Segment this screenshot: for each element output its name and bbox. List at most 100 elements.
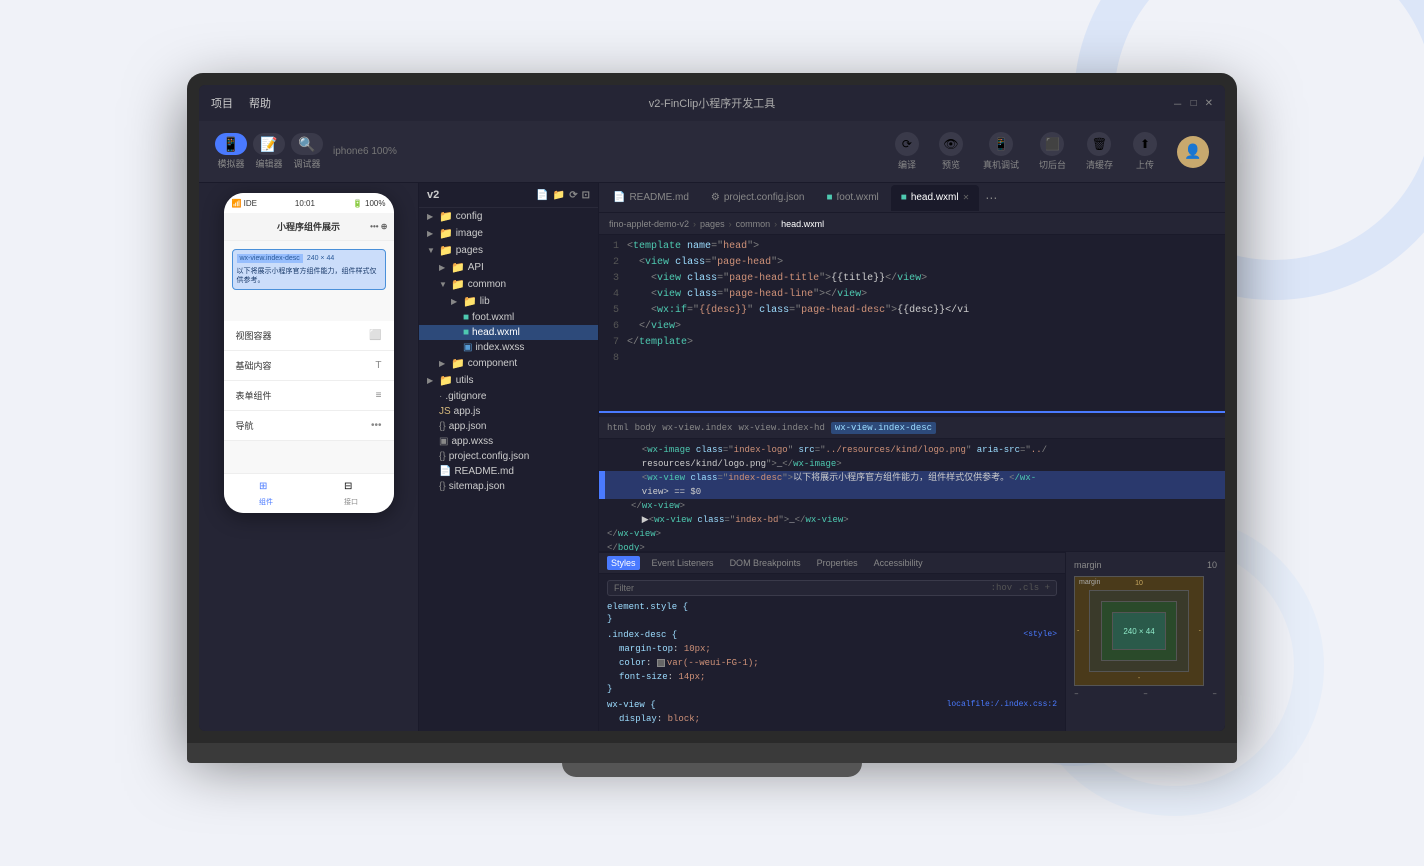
tab-project-config[interactable]: ⚙ project.config.json: [701, 185, 815, 211]
tree-appwxss[interactable]: ▶ ▣ app.wxss: [419, 434, 598, 449]
style-filter: :hov .cls +: [607, 580, 1057, 596]
index-desc-source: <style>: [1023, 630, 1057, 642]
html-tab-wxview-hd[interactable]: wx-view.index-hd: [738, 423, 824, 433]
btn-debugger[interactable]: 🔍 调试器: [291, 133, 323, 170]
code-line-4: 4 <view class="page-head-line"></view>: [599, 287, 1225, 303]
tab-readme-label: README.md: [629, 192, 688, 203]
box-dims-row: – – –: [1074, 690, 1217, 699]
action-background[interactable]: ⬛ 切后台: [1039, 132, 1066, 171]
tree-projectjson[interactable]: ▶ {} project.config.json: [419, 449, 598, 464]
tree-image[interactable]: ▶ 📁 image: [419, 225, 598, 242]
more-tabs-icon[interactable]: ⋯: [985, 191, 997, 205]
tree-config[interactable]: ▶ 📁 config: [419, 208, 598, 225]
phone-nav-dots[interactable]: ••• ⊕: [370, 222, 387, 231]
tree-api[interactable]: ▶ 📁 API: [419, 259, 598, 276]
user-avatar[interactable]: 👤: [1177, 136, 1209, 168]
tree-component[interactable]: ▶ 📁 component: [419, 355, 598, 372]
tab-foot-icon: ■: [826, 192, 832, 203]
btn-simulator[interactable]: 📱 模拟器: [215, 133, 247, 170]
tree-label-foot: foot.wxml: [472, 312, 514, 323]
tab-foot-wxml[interactable]: ■ foot.wxml: [816, 185, 888, 211]
properties-tab[interactable]: Properties: [813, 556, 862, 570]
breadcrumb-sep-1: ›: [693, 219, 696, 229]
tree-foot-wxml[interactable]: ▶ ■ foot.wxml: [419, 310, 598, 325]
html-line-5: </wx-view>: [599, 499, 1225, 513]
code-editor[interactable]: 1 <template name="head"> 2 <view class="…: [599, 235, 1225, 411]
html-tab-body[interactable]: body: [635, 423, 657, 433]
close-btn[interactable]: ✕: [1205, 98, 1213, 109]
tree-appjs[interactable]: ▶ JS app.js: [419, 404, 598, 419]
device-debug-label: 真机调试: [983, 158, 1019, 171]
window-controls: － □ ✕: [1173, 96, 1213, 111]
tree-lib[interactable]: ▶ 📁 lib: [419, 293, 598, 310]
menu-help[interactable]: 帮助: [249, 95, 271, 111]
tree-head-wxml[interactable]: ▶ ■ head.wxml: [419, 325, 598, 340]
dom-breakpoints-tab[interactable]: DOM Breakpoints: [726, 556, 805, 570]
tab-components-icon: ⊞: [259, 481, 273, 495]
action-compile[interactable]: ⟳ 编译: [895, 132, 919, 171]
menu-project[interactable]: 项目: [211, 95, 233, 111]
app-title: v2-FinClip小程序开发工具: [649, 95, 776, 111]
tree-readme[interactable]: ▶ 📄 README.md: [419, 464, 598, 479]
tab-close-icon[interactable]: ✕: [963, 193, 970, 202]
tab-head-icon: ■: [901, 192, 907, 203]
color-swatch: [657, 659, 665, 667]
tree-label-appjs: app.js: [454, 406, 481, 417]
action-device-debug[interactable]: 📱 真机调试: [983, 132, 1019, 171]
tree-label-wxss: index.wxss: [475, 342, 524, 353]
compile-icon: ⟳: [895, 132, 919, 156]
menu-item-basic[interactable]: 基础内容 T: [224, 351, 394, 381]
action-clear-cache[interactable]: 🗑 清缓存: [1086, 132, 1113, 171]
box-model-title: margin 10: [1074, 560, 1217, 570]
device-debug-icon: 📱: [989, 132, 1013, 156]
tree-arrow-utils: ▶: [427, 376, 439, 385]
tree-appjson[interactable]: ▶ {} app.json: [419, 419, 598, 434]
code-lines: 1 <template name="head"> 2 <view class="…: [599, 235, 1225, 411]
html-tab-html[interactable]: html: [607, 423, 629, 433]
tree-sitemap[interactable]: ▶ {} sitemap.json: [419, 479, 598, 494]
menu-item-form[interactable]: 表单组件 ≡: [224, 381, 394, 411]
html-line-3: <wx-view class="index-desc">以下将展示小程序官方组件…: [599, 471, 1225, 485]
filetree-panel: v2 📄 📁 ⟳ ⊡ ▶ 📁 config: [419, 183, 599, 731]
html-tab-wxview-desc[interactable]: wx-view.index-desc: [831, 422, 936, 434]
new-file-icon[interactable]: 📄: [536, 190, 548, 201]
collapse-tree-icon[interactable]: ⊡: [582, 190, 590, 201]
phone-time: 10:01: [295, 199, 315, 208]
phone-tab-api[interactable]: ⊟ 接口: [344, 481, 358, 507]
index-desc-header: .index-desc { <style>: [607, 630, 1057, 642]
html-tab-wxview-index[interactable]: wx-view.index: [662, 423, 732, 433]
styles-area-container: Styles Event Listeners DOM Breakpoints P…: [599, 551, 1225, 731]
refresh-tree-icon[interactable]: ⟳: [569, 190, 577, 201]
tree-arrow-lib: ▶: [451, 297, 463, 306]
highlight-size: 240 × 44: [307, 255, 334, 262]
file-icon-appjs: JS: [439, 406, 451, 417]
style-filter-input[interactable]: [614, 583, 694, 593]
event-listeners-tab[interactable]: Event Listeners: [648, 556, 718, 570]
new-folder-icon[interactable]: 📁: [553, 190, 565, 201]
filetree-root: v2: [427, 189, 439, 201]
menu-item-views[interactable]: 视图容器 ⬜: [224, 321, 394, 351]
action-preview[interactable]: 👁 预览: [939, 132, 963, 171]
menu-item-nav[interactable]: 导航 •••: [224, 411, 394, 441]
minimize-btn[interactable]: －: [1173, 96, 1183, 111]
styles-tab[interactable]: Styles: [607, 556, 640, 570]
accessibility-tab[interactable]: Accessibility: [870, 556, 927, 570]
phone-tab-components[interactable]: ⊞ 组件: [259, 481, 273, 507]
box-content: 240 × 44: [1112, 612, 1166, 650]
btn-editor[interactable]: 📝 编辑器: [253, 133, 285, 170]
phone-signal: 📶 IDE: [232, 199, 258, 208]
tree-gitignore[interactable]: ▶ · .gitignore: [419, 389, 598, 404]
folder-icon-api: 📁: [451, 261, 465, 274]
tab-head-wxml[interactable]: ■ head.wxml ✕: [891, 185, 980, 211]
tree-utils[interactable]: ▶ 📁 utils: [419, 372, 598, 389]
tab-readme[interactable]: 📄 README.md: [603, 185, 699, 211]
tree-pages[interactable]: ▼ 📁 pages: [419, 242, 598, 259]
code-line-7: 7 </template>: [599, 335, 1225, 351]
action-upload[interactable]: ⬆ 上传: [1133, 132, 1157, 171]
editor-icon: 📝: [253, 133, 285, 155]
tab-readme-icon: 📄: [613, 192, 625, 203]
tree-index-wxss[interactable]: ▶ ▣ index.wxss: [419, 340, 598, 355]
file-icon-appjson: {}: [439, 421, 446, 432]
tree-common[interactable]: ▼ 📁 common: [419, 276, 598, 293]
maximize-btn[interactable]: □: [1191, 98, 1197, 109]
